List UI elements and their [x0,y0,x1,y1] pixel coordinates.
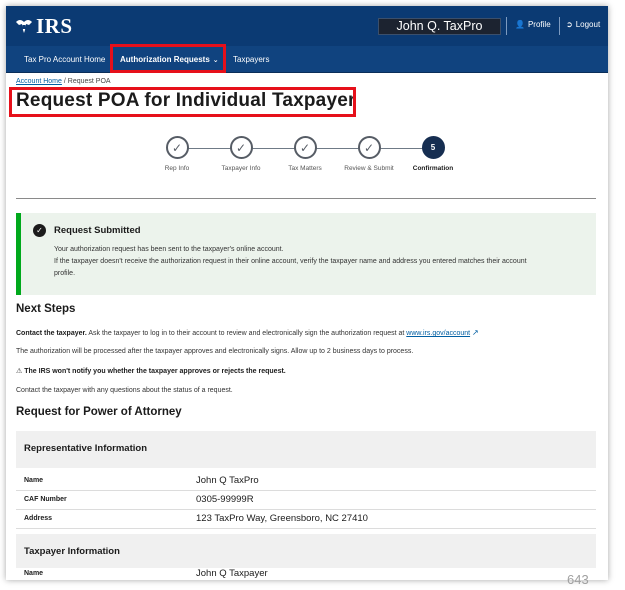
rep-info-section: Representative Information [16,431,596,468]
table-row: CAF Number 0305-99999R [16,491,596,510]
row-value: 123 TaxPro Way, Greensboro, NC 27410 [196,513,368,524]
profile-label: Profile [527,20,551,29]
logo-text: IRS [36,13,73,38]
contact-text: Ask the taxpayer to log in to their acco… [86,330,407,337]
row-value: John Q TaxPro [196,475,259,486]
alert-body: Your authorization request has been sent… [54,244,594,280]
poa-heading: Request for Power of Attorney [16,406,182,418]
check-icon: ✓ [293,136,317,159]
row-label: Address [24,515,53,522]
logout-link[interactable]: ➲ Logout [566,20,600,29]
table-row: Name John Q TaxPro [16,472,596,491]
step-label: Review & Submit [344,165,394,172]
main-nav: Tax Pro Account Home Authorization Reque… [6,46,608,73]
profile-link[interactable]: 👤 Profile [515,20,551,29]
highlight-box-nav [110,44,226,73]
app-window: IRS John Q. TaxPro 👤 Profile ➲ Logout Ta… [6,6,608,580]
step-label: Tax Matters [288,165,322,172]
header-divider [506,17,507,35]
check-icon: ✓ [229,136,253,159]
external-link-icon: ↗ [472,328,479,337]
alert-line: Your authorization request has been sent… [54,246,284,253]
irs-account-link[interactable]: www.irs.gov/account [406,330,470,337]
check-icon: ✓ [165,136,189,159]
breadcrumb-separator: / [63,78,66,85]
table-row: Address 123 TaxPro Way, Greensboro, NC 2… [16,510,596,529]
step-rep-info: ✓ Rep Info [147,136,207,172]
alert-line: If the taxpayer doesn't receive the auth… [54,258,527,265]
step-label: Confirmation [412,165,454,172]
logout-label: Logout [575,20,601,29]
warning-bold: The IRS won't notify you whether the tax… [24,368,286,375]
warning-icon: ⚠ [16,368,23,375]
row-value: 0305-99999R [196,494,254,505]
step-label: Taxpayer Info [221,165,261,172]
taxpayer-info-section: Taxpayer Information [16,534,596,568]
warning-text: ⚠ The IRS won't notify you whether the t… [16,367,286,375]
breadcrumb: Account Home / Request POA [16,78,111,85]
row-label: CAF Number [24,496,67,503]
contact-bold: Contact the taxpayer. [16,330,87,337]
alert-title: Request Submitted [54,225,141,236]
taxpayer-info-title: Taxpayer Information [24,546,120,557]
breadcrumb-account-home[interactable]: Account Home [16,78,62,85]
processing-text: The authorization will be processed afte… [16,348,414,355]
irs-logo[interactable]: IRS [14,14,73,39]
rep-info-title: Representative Information [24,443,147,454]
nav-taxpayers[interactable]: Taxpayers [233,46,269,73]
check-icon: ✓ [357,136,381,159]
user-name-display: John Q. TaxPro [378,18,501,35]
header-divider [559,17,560,35]
table-row: Name John Q Taxpayer [16,565,596,580]
next-steps-heading: Next Steps [16,303,76,315]
logout-icon: ➲ [566,20,573,29]
step-review-submit: ✓ Review & Submit [339,136,399,172]
check-circle-icon: ✓ [33,224,46,237]
step-taxpayer-info: ✓ Taxpayer Info [211,136,271,172]
progress-stepper: ✓ Rep Info ✓ Taxpayer Info ✓ Tax Matters… [6,136,608,186]
eagle-icon [16,20,32,33]
contact-taxpayer-text: Contact the taxpayer. Ask the taxpayer t… [16,328,479,337]
breadcrumb-current: Request POA [67,78,111,85]
row-label: Name [24,570,44,577]
questions-text: Contact the taxpayer with any questions … [16,387,233,394]
success-alert: ✓ Request Submitted Your authorization r… [16,213,596,295]
person-icon: 👤 [515,20,525,29]
section-divider [16,198,596,199]
step-confirmation: 5 Confirmation [403,136,463,172]
step-tax-matters: ✓ Tax Matters [275,136,335,172]
step-number: 5 [421,136,445,159]
page-number: 643 [567,572,589,587]
row-label: Name [24,477,44,484]
alert-line: profile. [54,270,76,277]
top-header: IRS John Q. TaxPro 👤 Profile ➲ Logout [6,6,608,46]
step-label: Rep Info [164,165,190,172]
highlight-box-title [9,87,356,117]
nav-tax-pro-account-home[interactable]: Tax Pro Account Home [24,46,105,73]
row-value: John Q Taxpayer [196,568,268,579]
